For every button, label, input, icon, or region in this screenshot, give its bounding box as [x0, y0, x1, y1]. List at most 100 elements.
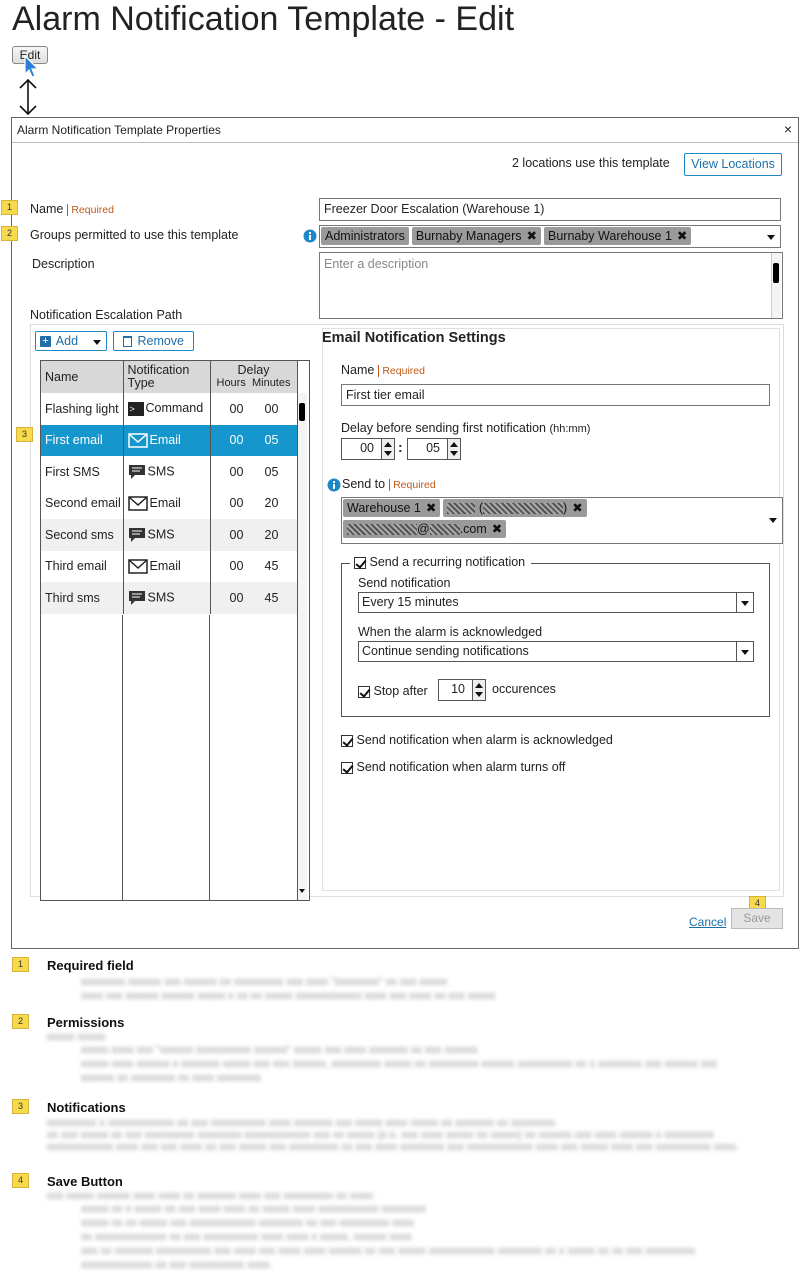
table-row[interactable]: Second sms SMS 00 20 [41, 519, 297, 551]
row-type: SMS [123, 582, 211, 614]
template-properties-dialog: Alarm Notification Template Properties ×… [1, 117, 799, 949]
row-name: Third email [41, 550, 124, 582]
table-row[interactable]: First SMS SMS 00 05 [41, 456, 297, 488]
note-marker-1: 1 [12, 957, 29, 972]
cancel-link[interactable]: Cancel [689, 915, 726, 929]
group-chip: Burnaby Warehouse 1 ✖ [544, 227, 692, 245]
close-icon[interactable]: × [784, 121, 792, 137]
required-indicator: Required [378, 365, 425, 377]
checkbox-checked-icon[interactable] [341, 761, 353, 774]
table-row[interactable]: Second email Email 00 20 [41, 487, 297, 519]
annotation-marker-1: 1 [1, 200, 18, 215]
group-chip: Administrators [321, 227, 409, 245]
row-type: > Command [123, 393, 211, 425]
annotation-marker-2: 2 [1, 226, 18, 241]
chevron-down-icon [741, 601, 749, 606]
email-name-label: Name Required [341, 363, 425, 377]
recurring-checkbox[interactable]: Send a recurring notification [350, 555, 532, 569]
vertical-resize-arrow-icon [19, 78, 37, 116]
remove-chip-icon[interactable]: ✖ [527, 229, 537, 243]
column-header-delay: Delay Hours Minutes [210, 361, 298, 393]
info-icon[interactable] [303, 229, 317, 243]
column-header-name: Name [41, 361, 124, 393]
sms-icon [128, 464, 145, 479]
table-row[interactable]: Third email Email 00 45 [41, 550, 297, 582]
email-icon [127, 433, 148, 448]
recipient-chip: () ✖ [443, 499, 587, 517]
row-delay: 00 20 [229, 496, 279, 511]
add-button[interactable]: + Add [35, 331, 107, 351]
note-body-required-field: xxxxxxxx xxxxxx xxx xxxxxx xx xxxxxxxxx … [47, 975, 495, 1003]
delay-minutes-stepper[interactable]: 05 [407, 438, 461, 460]
row-name: First SMS [41, 456, 124, 488]
send-on-ack-checkbox[interactable]: Send notification when alarm is acknowle… [341, 733, 613, 747]
group-chip: Burnaby Managers ✖ [411, 227, 541, 245]
checkbox-checked-icon[interactable] [354, 556, 366, 569]
row-name: Flashing light [41, 393, 124, 425]
email-settings-heading: Email Notification Settings [322, 330, 506, 346]
remove-chip-icon[interactable]: ✖ [572, 501, 582, 515]
time-separator: : [398, 439, 403, 455]
row-type: SMS [123, 519, 211, 551]
escalation-path-label: Notification Escalation Path [30, 308, 183, 322]
chevron-down-icon [93, 340, 101, 345]
row-type: Email [123, 424, 211, 456]
email-name-field[interactable]: First tier email [341, 384, 770, 406]
remove-button[interactable]: Remove [113, 331, 194, 351]
ack-behaviour-select[interactable]: Continue sending notifications [358, 641, 754, 662]
table-scrollbar[interactable] [297, 393, 307, 900]
stop-after-stepper[interactable]: 10 [438, 679, 486, 701]
view-locations-button[interactable]: View Locations [684, 153, 782, 176]
info-icon[interactable] [327, 478, 341, 492]
template-name-field[interactable]: Freezer Door Escalation (Warehouse 1) [319, 198, 781, 221]
trash-icon [122, 336, 132, 348]
row-delay: 00 05 [229, 464, 279, 479]
required-indicator: Required [67, 204, 114, 216]
escalation-path-table: Name Notification Type Delay Hours Minute… [40, 360, 310, 901]
row-name: Second email [41, 487, 124, 519]
delay-hours-stepper[interactable]: 00 [341, 438, 395, 460]
send-to-label: Send to Required [342, 477, 436, 491]
description-field[interactable]: Enter a description [319, 252, 783, 319]
remove-chip-icon[interactable]: ✖ [492, 522, 502, 536]
row-delay: 00 00 [229, 401, 279, 416]
sms-icon [128, 527, 145, 542]
command-icon: > [127, 402, 144, 417]
sms-icon [128, 590, 145, 605]
column-header-type: Notification Type [123, 361, 211, 393]
table-row[interactable]: Flashing light > Command 00 00 [41, 393, 297, 425]
ack-label: When the alarm is acknowledged [358, 625, 543, 639]
row-delay: 00 45 [210, 582, 297, 614]
table-row[interactable]: Third sms SMS 00 45 [41, 582, 297, 614]
description-label: Description [32, 257, 95, 271]
chevron-down-icon[interactable] [767, 235, 775, 240]
plus-icon: + [40, 336, 51, 348]
groups-label: Groups permitted to use this template [30, 228, 239, 242]
note-title-permissions: Permissions [47, 1015, 125, 1030]
mouse-cursor-icon [24, 55, 40, 78]
note-title-required-field: Required field [47, 958, 134, 973]
recipients-multiselect[interactable]: Warehouse 1 ✖ () ✖ @ .com ✖ [341, 497, 783, 544]
checkbox-checked-icon[interactable] [341, 734, 353, 747]
note-title-notifications: Notifications [47, 1100, 126, 1115]
chevron-down-icon[interactable] [769, 518, 777, 523]
row-delay: 00 20 [210, 519, 297, 551]
note-body-notifications: xxxxxxxxx x xxxxxxxxxxxx xx xxx xxxxxxxx… [47, 1117, 739, 1153]
row-name: First email [41, 424, 124, 456]
remove-chip-icon[interactable]: ✖ [426, 501, 436, 515]
note-body-save-button: xxx xxxxx xxxxxx xxxx xxxx xx xxxxxxx xx… [47, 1190, 695, 1272]
description-scrollbar[interactable] [771, 253, 781, 318]
row-type: Email [123, 550, 211, 582]
groups-multiselect[interactable]: Administrators Burnaby Managers ✖ Burnaby W… [319, 225, 781, 248]
send-on-off-checkbox[interactable]: Send notification when alarm turns off [341, 760, 565, 774]
row-delay: 00 45 [229, 559, 279, 574]
note-title-save-button: Save Button [47, 1174, 123, 1189]
table-row[interactable]: First email Email 00 05 [41, 424, 297, 456]
remove-chip-icon[interactable]: ✖ [677, 229, 687, 243]
send-notification-select[interactable]: Every 15 minutes [358, 592, 754, 613]
annotation-marker-3: 3 [16, 427, 33, 442]
chevron-down-icon [741, 650, 749, 655]
stop-after-checkbox[interactable]: Stop after [358, 684, 428, 698]
save-button[interactable]: Save [731, 908, 783, 929]
checkbox-checked-icon[interactable] [358, 685, 370, 698]
